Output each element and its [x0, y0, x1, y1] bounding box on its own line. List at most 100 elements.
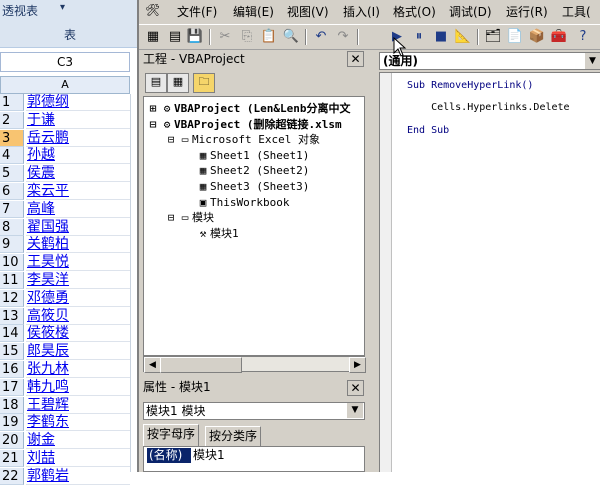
cell-hyperlink[interactable]: 李鹤东	[26, 414, 130, 432]
tree-node[interactable]: ⊟ ⚙ VBAProject (删除超链接.xlsm	[146, 117, 342, 132]
redo-icon[interactable]: ↷	[333, 27, 353, 47]
chevron-down-icon[interactable]: ▼	[347, 403, 363, 418]
menu-debug[interactable]: 调试(D)	[449, 3, 492, 20]
scroll-right-icon[interactable]: ▶	[349, 357, 366, 373]
row-header[interactable]: 10	[0, 254, 24, 272]
menu-edit[interactable]: 编辑(E)	[233, 3, 274, 20]
menu-format[interactable]: 格式(O)	[393, 3, 436, 20]
row-header[interactable]: 13	[0, 307, 24, 325]
panel-splitter[interactable]	[369, 50, 377, 472]
tab-categorized[interactable]: 按分类序	[205, 426, 262, 448]
row-header[interactable]: 4	[0, 147, 24, 165]
object-combo[interactable]: (通用)	[379, 52, 600, 70]
scroll-left-icon[interactable]: ◀	[144, 357, 161, 373]
row-header[interactable]: 20	[0, 432, 24, 450]
tree-node[interactable]: ▦ Sheet1 (Sheet1)	[182, 148, 310, 163]
cell-hyperlink[interactable]: 郭鹤岩	[26, 468, 130, 485]
row-header[interactable]: 17	[0, 378, 24, 396]
row-header[interactable]: 3	[0, 129, 24, 147]
property-name-key[interactable]: (名称)	[147, 448, 191, 463]
row-header[interactable]: 1	[0, 94, 24, 111]
cell-hyperlink[interactable]: 高峰	[26, 201, 130, 218]
copy-icon[interactable]: ⎘	[237, 27, 257, 47]
insert-userform-icon[interactable]: ▤	[165, 27, 185, 47]
chevron-down-icon[interactable]: ▼	[585, 53, 600, 69]
cell-hyperlink[interactable]: 岳云鹏	[26, 130, 130, 147]
code-line-2[interactable]: Cells.Hyperlinks.Delete	[407, 101, 569, 115]
cell-hyperlink[interactable]: 高筱贝	[26, 308, 130, 325]
pause-icon[interactable]: ⏸	[409, 27, 429, 47]
row-header[interactable]: 22	[0, 467, 24, 485]
pivot-table-dropdown-arrow[interactable]: ▾	[60, 2, 78, 13]
cell-hyperlink[interactable]: 关鹤柏	[26, 236, 130, 254]
help-icon[interactable]: ?	[573, 27, 593, 47]
expand-toggle-icon[interactable]: ⊟	[164, 210, 178, 225]
cell-hyperlink[interactable]: 于谦	[26, 112, 130, 129]
menu-tools[interactable]: 工具(	[562, 3, 591, 20]
menu-insert[interactable]: 插入(I)	[343, 3, 380, 20]
tree-node[interactable]: ▦ Sheet2 (Sheet2)	[182, 163, 310, 178]
row-header[interactable]: 18	[0, 396, 24, 414]
cell-hyperlink[interactable]: 郎昊辰	[26, 343, 130, 361]
view-object-icon[interactable]: ▦	[167, 73, 189, 93]
properties-object-select[interactable]: 模块1 模块	[143, 402, 365, 420]
undo-icon[interactable]: ↶	[311, 27, 331, 47]
cell-hyperlink[interactable]: 李昊洋	[26, 272, 130, 289]
cell-hyperlink[interactable]: 栾云平	[26, 183, 130, 200]
design-mode-icon[interactable]: 📐	[453, 27, 473, 47]
tree-node[interactable]: ⊟ ▭ 模块	[164, 210, 214, 225]
row-header[interactable]: 8	[0, 218, 24, 236]
column-header-a[interactable]: A	[0, 76, 130, 94]
project-horizontal-scrollbar[interactable]: ◀ ▶	[143, 356, 366, 373]
row-header[interactable]: 14	[0, 325, 24, 343]
code-line-1[interactable]: Sub RemoveHyperLink()	[407, 79, 533, 93]
menu-run[interactable]: 运行(R)	[506, 3, 548, 20]
toggle-folders-icon[interactable]: 🗀	[193, 73, 215, 93]
expand-toggle-icon[interactable]: ⊟	[164, 132, 178, 147]
cell-hyperlink[interactable]: 韩九鸣	[26, 379, 130, 396]
cell-hyperlink[interactable]: 谢金	[26, 432, 130, 450]
cell-hyperlink[interactable]: 刘喆	[26, 450, 130, 467]
row-header[interactable]: 5	[0, 165, 24, 183]
tree-node[interactable]: ▦ Sheet3 (Sheet3)	[182, 179, 310, 194]
view-code-icon[interactable]: ▤	[145, 73, 167, 93]
cell-hyperlink[interactable]: 侯震	[26, 165, 130, 183]
cell-hyperlink[interactable]: 王昊悦	[26, 254, 130, 272]
tree-node[interactable]: ⊞ ⚙ VBAProject (Len&Lenb分离中文	[146, 101, 351, 116]
cut-icon[interactable]: ✂	[215, 27, 235, 47]
project-explorer-icon[interactable]: 🗂	[483, 27, 503, 47]
expand-toggle-icon[interactable]: ⊞	[146, 101, 160, 116]
row-header[interactable]: 12	[0, 289, 24, 307]
code-line-3[interactable]: End Sub	[407, 124, 449, 138]
save-icon[interactable]: 💾	[185, 27, 205, 47]
pivot-table-button[interactable]: 透视表	[0, 2, 60, 19]
paste-icon[interactable]: 📋	[259, 27, 279, 47]
cell-hyperlink[interactable]: 张九林	[26, 361, 130, 378]
find-icon[interactable]: 🔍	[281, 27, 301, 47]
cell-hyperlink[interactable]: 王碧辉	[26, 397, 130, 414]
row-header[interactable]: 19	[0, 414, 24, 432]
properties-panel-close-icon[interactable]: ✕	[347, 380, 364, 396]
tree-node[interactable]: ⊟ ▭ Microsoft Excel 对象	[164, 132, 320, 147]
row-header[interactable]: 2	[0, 111, 24, 129]
name-box[interactable]: C3	[0, 52, 130, 72]
cell-hyperlink[interactable]: 孙越	[26, 147, 130, 165]
row-header[interactable]: 16	[0, 361, 24, 378]
tree-node[interactable]: ▣ ThisWorkbook	[182, 195, 290, 210]
menu-view[interactable]: 视图(V)	[287, 3, 329, 20]
object-browser-icon[interactable]: 📦	[527, 27, 547, 47]
scroll-thumb[interactable]	[160, 357, 242, 373]
row-header[interactable]: 11	[0, 272, 24, 289]
properties-window-icon[interactable]: 📄	[505, 27, 525, 47]
view-excel-icon[interactable]: ▦	[143, 27, 163, 47]
cell-hyperlink[interactable]: 翟国强	[26, 219, 130, 236]
row-header[interactable]: 9	[0, 236, 24, 254]
cell-hyperlink[interactable]: 邓德勇	[26, 290, 130, 307]
vbe-app-icon[interactable]: 🛠	[145, 3, 160, 17]
project-panel-close-icon[interactable]: ✕	[347, 51, 364, 67]
expand-toggle-icon[interactable]: ⊟	[146, 117, 160, 132]
menu-file[interactable]: 文件(F)	[177, 3, 217, 20]
cell-hyperlink[interactable]: 郭德纲	[26, 94, 130, 111]
row-header[interactable]: 15	[0, 343, 24, 361]
tree-node[interactable]: ⚒ 模块1	[182, 226, 239, 241]
